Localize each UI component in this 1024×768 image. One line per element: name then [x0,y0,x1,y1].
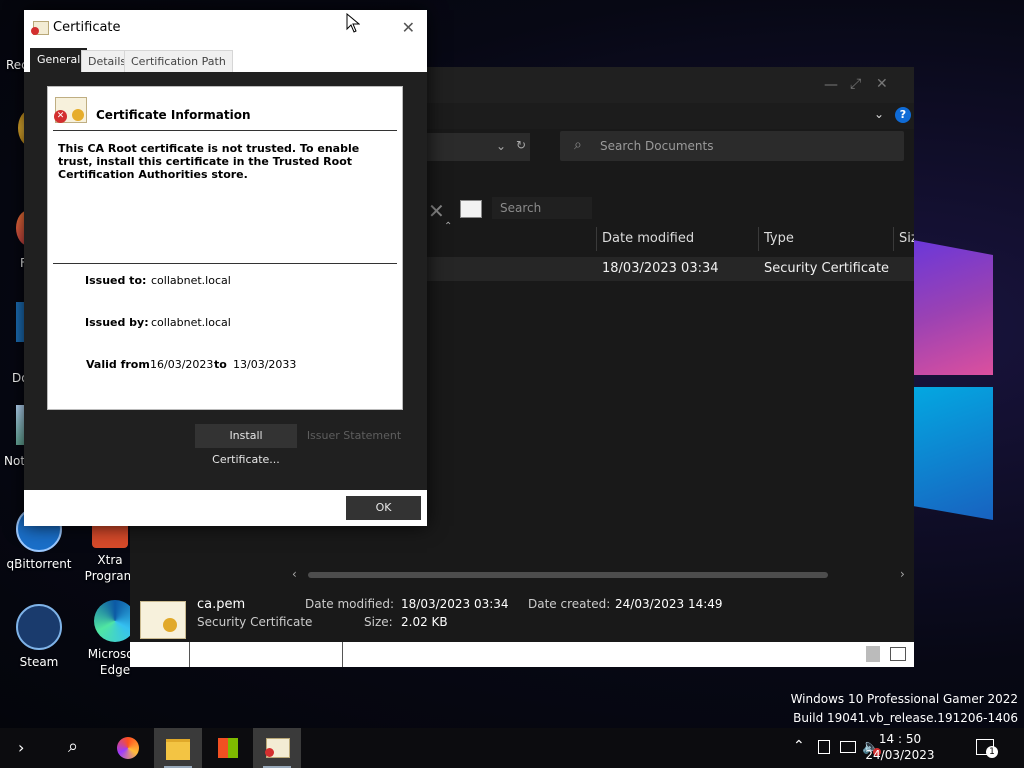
taskbar-firefox[interactable] [104,728,152,768]
sort-up-icon: ⌃ [444,221,453,232]
view-options-icon[interactable] [460,200,482,218]
details-file-name: ca.pem [197,597,246,612]
certificate-icon [265,738,290,758]
details-date-created-label: Date created: [528,597,611,611]
status-bar [130,642,914,667]
details-date-modified: 18/03/2023 03:34 [401,597,509,611]
desktop-icon-label-not: Not [4,454,26,468]
taskbar-file-explorer[interactable] [154,728,202,768]
address-bar[interactable]: ⌄ ↻ [420,133,530,161]
valid-to-label: to [214,358,227,371]
details-view-icon[interactable] [866,646,880,662]
taskbar-certificate[interactable] [253,728,301,768]
valid-from-label: Valid from [86,358,150,371]
details-pane: ca.pem Security Certificate Date modifie… [130,585,914,641]
taskbar-store[interactable] [204,728,252,768]
search-documents-input[interactable]: ⌕ Search Documents [560,131,904,161]
file-type: Security Certificate [764,261,890,276]
minimize-icon[interactable]: — [824,77,838,93]
column-header-date-modified[interactable]: Date modified [602,223,694,255]
search-icon: ⌕ [68,736,79,757]
tab-general[interactable]: General [30,48,88,72]
column-separator[interactable] [758,227,759,251]
store-icon [218,738,238,758]
network-icon[interactable] [840,741,856,753]
error-icon: ✕ [54,110,67,123]
valid-from-value: 16/03/2023 [150,358,214,371]
windows-watermark: Windows 10 Professional Gamer 2022 Build… [790,692,1018,725]
scroll-right-icon[interactable]: › [900,567,905,581]
windows-logo-wallpaper [905,225,1024,525]
details-size-label: Size: [364,615,393,629]
valid-to-value: 13/03/2033 [233,358,297,371]
certificate-file-icon [140,601,186,639]
certificate-title: Certificate [53,20,121,35]
issued-by-label: Issued by: [85,316,149,329]
trust-warning-text: This CA Root certificate is not trusted.… [58,142,360,181]
desktop-icon-steam[interactable]: Steam [4,604,74,670]
details-file-type: Security Certificate [197,615,313,629]
details-date-created: 24/03/2023 14:49 [615,597,723,611]
chevron-up-icon[interactable]: ⌃ [793,738,805,754]
close-icon[interactable]: ✕ [876,76,888,92]
clock-time: 14 : 50 [878,732,922,746]
column-header-size[interactable]: Siz [899,223,914,255]
taskbar-clock[interactable]: 14 : 50 24/03/2023 [860,731,940,763]
column-separator[interactable] [596,227,597,251]
notification-count: 1 [986,746,998,758]
issued-to-value: collabnet.local [151,274,231,287]
scrollbar-thumb[interactable] [308,572,828,578]
certificate-titlebar: Certificate ✕ [24,10,427,44]
refresh-icon[interactable]: ↻ [516,138,526,152]
chevron-right-icon: › [18,738,25,757]
horizontal-scrollbar[interactable] [292,571,832,579]
search-icon: ⌕ [574,137,582,153]
certificate-info-panel: ✕ Certificate Information This CA Root c… [47,86,403,410]
details-size: 2.02 KB [401,615,448,629]
steam-icon [16,604,62,650]
close-icon[interactable]: ✕ [402,18,415,37]
chevron-down-icon[interactable]: ⌄ [496,139,506,153]
certificate-dialog: Certificate ✕ General Details Certificat… [24,10,427,526]
meet-now-icon[interactable] [818,740,830,754]
certificate-info-heading: Certificate Information [96,108,251,122]
large-icons-view-icon[interactable] [890,647,906,661]
firefox-icon [117,737,139,759]
file-date-modified: 18/03/2023 03:34 [602,261,719,276]
issuer-statement-button: Issuer Statement [306,429,402,442]
seal-icon [72,109,84,121]
mouse-cursor-icon [346,13,360,33]
details-date-modified-label: Date modified: [305,597,395,611]
maximize-icon[interactable]: ⤢ [850,76,861,92]
column-separator[interactable] [893,227,894,251]
inline-search-input[interactable]: Search [492,197,592,219]
certificate-error-icon [31,21,49,35]
help-icon[interactable]: ? [895,107,911,123]
taskbar: › ⌕ ⌃ 🔈 14 : 50 24/03/2023 1 [0,728,1024,768]
seal-icon [163,618,177,632]
certificate-icon: ✕ [54,97,87,123]
install-certificate-button[interactable]: Install Certificate... [195,424,297,466]
taskbar-expand-button[interactable]: › [0,728,48,768]
folder-icon [166,739,190,760]
notifications-icon[interactable]: 1 [976,739,998,758]
ok-button[interactable]: OK [346,496,421,520]
chevron-down-icon[interactable]: ⌄ [874,107,884,121]
issued-to-label: Issued to: [85,274,147,287]
clock-date: 24/03/2023 [865,748,935,762]
tab-certification-path[interactable]: Certification Path [124,50,233,72]
delete-icon[interactable]: ✕ [428,199,445,223]
issued-by-value: collabnet.local [151,316,231,329]
column-header-type[interactable]: Type [764,223,794,255]
taskbar-search-button[interactable]: ⌕ [54,728,102,768]
certificate-tabs: General Details Certification Path [24,44,427,72]
